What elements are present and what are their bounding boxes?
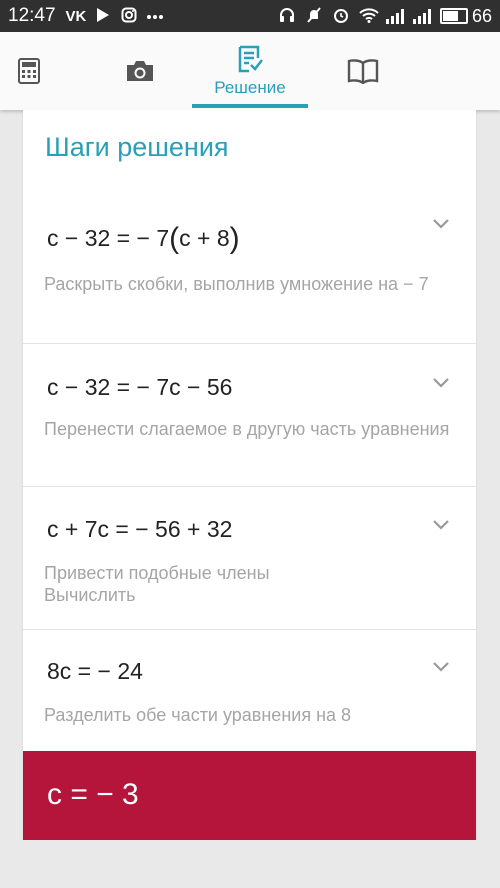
active-tab-indicator <box>192 104 308 108</box>
signal-icon <box>412 8 431 24</box>
step-description: Разделить обе части уравнения на 8 <box>44 705 352 725</box>
step-equation: c − 32 = − 7c − 56 <box>47 374 233 400</box>
tab-camera[interactable] <box>110 32 170 110</box>
step-equation: c + 7c = − 56 + 32 <box>47 516 233 542</box>
instagram-icon <box>120 7 138 25</box>
alarm-icon <box>332 7 350 25</box>
chevron-down-icon[interactable] <box>432 218 450 229</box>
step-equation: 8c = − 24 <box>47 658 143 684</box>
answer-box: c = − 3 <box>23 751 476 840</box>
solution-step[interactable]: 8c = − 24 Разделить обе части уравнения … <box>23 629 476 751</box>
more-icon <box>146 7 164 25</box>
tab-book[interactable] <box>333 32 393 110</box>
clock: 12:47 <box>8 5 56 26</box>
step-description: Привести подобные члены Вычислить <box>44 562 454 606</box>
solution-step[interactable]: c + 7c = − 56 + 32 Привести подобные чле… <box>23 486 476 629</box>
battery-icon: 66 <box>439 5 492 27</box>
step-description-line: Привести подобные члены <box>44 563 270 583</box>
step-description: Перенести слагаемое в другую часть уравн… <box>44 419 450 439</box>
solution-card: Шаги решения c − 32 = − 7(c + 8) Раскрыт… <box>23 110 476 840</box>
answer-text: c = − 3 <box>47 778 139 811</box>
solution-title: Шаги решения <box>45 132 229 162</box>
vk-icon: VK <box>65 7 87 25</box>
calculator-icon <box>18 58 40 84</box>
tab-calculator[interactable] <box>0 32 58 110</box>
equation-part: c − 32 = − 7 <box>47 225 170 251</box>
close-paren: ) <box>229 222 240 255</box>
tab-solution[interactable]: Решение <box>192 32 308 110</box>
tab-solution-label: Решение <box>214 77 286 97</box>
equation-part: c + 8 <box>179 225 230 251</box>
chevron-down-icon[interactable] <box>432 519 450 530</box>
chevron-down-icon[interactable] <box>432 377 450 388</box>
mute-icon <box>305 7 323 25</box>
solution-step[interactable]: c − 32 = − 7c − 56 Перенести слагаемое в… <box>23 343 476 486</box>
signal-icon <box>385 8 404 24</box>
solution-step[interactable]: c − 32 = − 7(c + 8) Раскрыть скобки, вып… <box>23 200 476 343</box>
open-paren: ( <box>169 222 180 255</box>
chevron-down-icon[interactable] <box>432 661 450 672</box>
solution-doc-icon <box>238 45 263 72</box>
step-equation: c − 32 = − 7(c + 8) <box>47 222 240 256</box>
battery-level: 66 <box>471 5 492 26</box>
headset-icon <box>278 7 296 25</box>
play-icon <box>94 7 112 25</box>
next-card-edge <box>23 840 476 888</box>
wifi-icon <box>359 7 379 25</box>
book-icon <box>347 59 379 84</box>
step-description: Раскрыть скобки, выполнив умножение на −… <box>44 274 429 294</box>
tab-bar: Решение <box>0 32 500 110</box>
camera-icon <box>127 61 153 81</box>
step-description-line: Вычислить <box>44 585 136 605</box>
status-bar: 12:47 VK 66 <box>0 0 500 32</box>
